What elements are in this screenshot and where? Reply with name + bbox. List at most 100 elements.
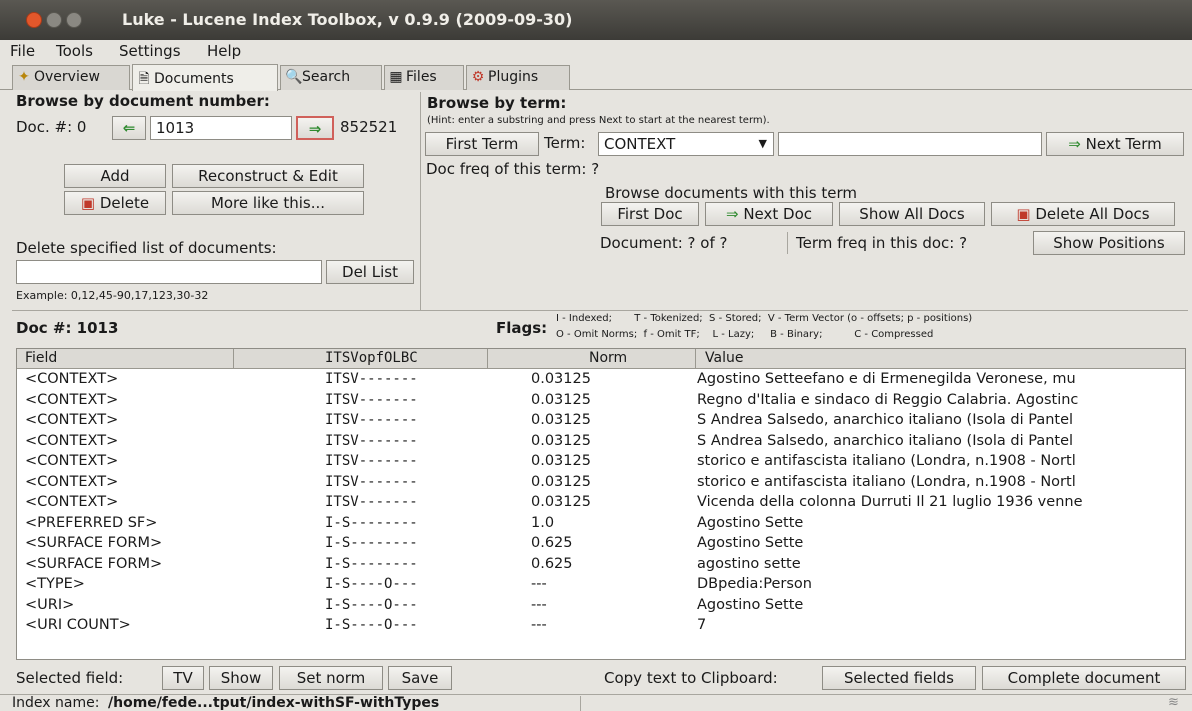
norm-cell: 0.625 xyxy=(531,535,573,551)
norm-cell: --- xyxy=(531,617,547,633)
del-list-button[interactable]: Del List xyxy=(326,260,414,284)
menu-help[interactable]: Help xyxy=(207,42,241,60)
table-row[interactable]: <CONTEXT> ITSV------- 0.03125 S Andrea Sals… xyxy=(17,411,1185,432)
field-cell: <CONTEXT> xyxy=(25,473,119,490)
first-term-button[interactable]: First Term xyxy=(425,132,539,156)
field-cell: <CONTEXT> xyxy=(25,432,119,449)
tab-files[interactable]: ▦ Files xyxy=(384,65,464,90)
table-row[interactable]: <TYPE> I-S----O--- --- DBpedia:Person xyxy=(17,575,1185,596)
table-row[interactable]: <CONTEXT> ITSV------- 0.03125 storico e ant… xyxy=(17,452,1185,473)
menu-settings[interactable]: Settings xyxy=(119,42,181,60)
value-cell: S Andrea Salsedo, anarchico italiano (Is… xyxy=(697,412,1074,428)
delete-icon: ▣ xyxy=(1016,205,1031,223)
delete-list-input[interactable] xyxy=(16,260,322,284)
arrow-right-icon: ⇒ xyxy=(308,120,322,138)
field-cell: <CONTEXT> xyxy=(25,453,119,469)
norm-cell: --- xyxy=(531,596,547,613)
col-norm[interactable]: Norm xyxy=(589,350,627,366)
table-row[interactable]: <URI> I-S----O--- --- Agostino Sette xyxy=(17,596,1185,617)
delete-button[interactable]: ▣ Delete xyxy=(64,191,166,215)
table-row[interactable]: <CONTEXT> ITSV------- 0.03125 S Andrea Sals… xyxy=(17,432,1185,453)
documents-icon: 🗎 xyxy=(138,71,150,87)
norm-cell: 0.03125 xyxy=(531,473,591,490)
tab-plugins[interactable]: ⚙ Plugins xyxy=(466,65,570,90)
table-row[interactable]: <CONTEXT> ITSV------- 0.03125 Regno d'Itali… xyxy=(17,391,1185,412)
table-row[interactable]: <URI COUNT> I-S----O--- --- 7 xyxy=(17,616,1185,637)
next-doc-number-button[interactable]: ⇒ xyxy=(296,116,334,140)
copy-selected-fields-button[interactable]: Selected fields xyxy=(822,666,976,690)
next-term-button[interactable]: ⇒ Next Term xyxy=(1046,132,1184,156)
flags-cell: ITSV------- xyxy=(325,371,418,387)
term-value-input[interactable] xyxy=(778,132,1042,156)
norm-cell: 0.03125 xyxy=(531,412,591,428)
prev-doc-button[interactable]: ⇐ xyxy=(112,116,146,140)
norm-cell: 0.03125 xyxy=(531,371,591,387)
reconstruct-edit-button[interactable]: Reconstruct & Edit xyxy=(172,164,364,188)
more-like-this-button[interactable]: More like this... xyxy=(172,191,364,215)
minimize-window-button[interactable] xyxy=(46,12,62,28)
field-cell: <URI COUNT> xyxy=(25,617,131,633)
norm-cell: 0.03125 xyxy=(531,432,591,449)
save-button[interactable]: Save xyxy=(388,666,452,690)
status-bar: Index name: /home/fede...tput/index-with… xyxy=(0,694,1192,711)
browse-docs-term-label: Browse documents with this term xyxy=(605,184,858,202)
col-value[interactable]: Value xyxy=(705,350,743,366)
set-norm-button[interactable]: Set norm xyxy=(279,666,383,690)
menu-file[interactable]: File xyxy=(10,42,35,60)
term-field-select[interactable]: CONTEXT ▼ xyxy=(598,132,774,156)
menu-bar: File Tools Settings Help xyxy=(0,40,1192,62)
document-of-label: Document: ? of ? xyxy=(600,234,728,252)
norm-cell: --- xyxy=(531,576,547,592)
browse-doc-heading: Browse by document number: xyxy=(16,92,270,110)
delete-all-docs-button[interactable]: ▣ Delete All Docs xyxy=(991,202,1175,226)
tv-button[interactable]: TV xyxy=(162,666,204,690)
table-row[interactable]: <PREFERRED SF> I-S-------- 1.0 Agostino Set… xyxy=(17,514,1185,535)
show-all-docs-button[interactable]: Show All Docs xyxy=(839,202,985,226)
copy-clipboard-label: Copy text to Clipboard: xyxy=(604,669,778,687)
value-cell: Agostino Setteefano e di Ermenegilda Ver… xyxy=(697,371,1076,387)
files-icon: ▦ xyxy=(389,69,403,85)
flags-cell: I-S----O--- xyxy=(325,596,418,613)
tab-search[interactable]: 🔍Search xyxy=(280,65,382,90)
flags-cell: I-S-------- xyxy=(325,555,418,572)
show-button[interactable]: Show xyxy=(209,666,273,690)
tab-overview[interactable]: ✦ Overview xyxy=(12,65,130,90)
next-doc-button[interactable]: ⇒ Next Doc xyxy=(705,202,833,226)
field-cell: <URI> xyxy=(25,596,75,613)
max-doc-number: 852521 xyxy=(340,118,398,136)
table-row[interactable]: <SURFACE FORM> I-S-------- 0.625 Agostino S… xyxy=(17,534,1185,555)
flags-cell: ITSV------- xyxy=(325,391,418,408)
field-cell: <CONTEXT> xyxy=(25,494,119,510)
first-doc-button[interactable]: First Doc xyxy=(601,202,699,226)
maximize-window-button[interactable] xyxy=(66,12,82,28)
resize-grip-icon[interactable]: ≋ xyxy=(1168,695,1179,710)
flags-legend-line1: I - Indexed; T - Tokenized; S - Stored; … xyxy=(556,313,973,324)
table-row[interactable]: <SURFACE FORM> I-S-------- 0.625 agostino s… xyxy=(17,555,1185,576)
tab-documents[interactable]: 🗎 Documents xyxy=(132,64,278,91)
window-title: Luke - Lucene Index Toolbox, v 0.9.9 (20… xyxy=(122,10,573,29)
flags-cell: I-S-------- xyxy=(325,514,418,531)
delete-icon: ▣ xyxy=(80,194,96,212)
delete-list-label: Delete specified list of documents: xyxy=(16,239,277,257)
section-divider xyxy=(12,310,1188,311)
table-row[interactable]: <CONTEXT> ITSV------- 0.03125 storico e ant… xyxy=(17,473,1185,494)
value-cell: Vicenda della colonna Durruti Il 21 lugl… xyxy=(697,494,1083,510)
menu-tools[interactable]: Tools xyxy=(56,42,93,60)
field-cell: <SURFACE FORM> xyxy=(25,535,163,551)
col-field[interactable]: Field xyxy=(25,350,57,366)
doc-number-input[interactable]: 1013 xyxy=(150,116,292,140)
col-flags[interactable]: ITSVopfOLBC xyxy=(325,350,418,366)
add-button[interactable]: Add xyxy=(64,164,166,188)
field-cell: <SURFACE FORM> xyxy=(25,555,163,572)
close-window-button[interactable] xyxy=(26,12,42,28)
fields-table[interactable]: Field ITSVopfOLBC Norm Value <CONTEXT> IT… xyxy=(16,348,1186,660)
flags-cell: I-S----O--- xyxy=(325,576,418,592)
doc-number-title: Doc #: 1013 xyxy=(16,319,119,337)
table-row[interactable]: <CONTEXT> ITSV------- 0.03125 Agostino Sett… xyxy=(17,370,1185,391)
show-positions-button[interactable]: Show Positions xyxy=(1033,231,1185,255)
table-row[interactable]: <CONTEXT> ITSV------- 0.03125 Vicenda della… xyxy=(17,493,1185,514)
flags-legend-line2: O - Omit Norms; f - Omit TF; L - Lazy; B… xyxy=(556,329,934,340)
copy-complete-document-button[interactable]: Complete document xyxy=(982,666,1186,690)
wand-icon: ✦ xyxy=(18,69,30,85)
term-label: Term: xyxy=(544,134,586,152)
